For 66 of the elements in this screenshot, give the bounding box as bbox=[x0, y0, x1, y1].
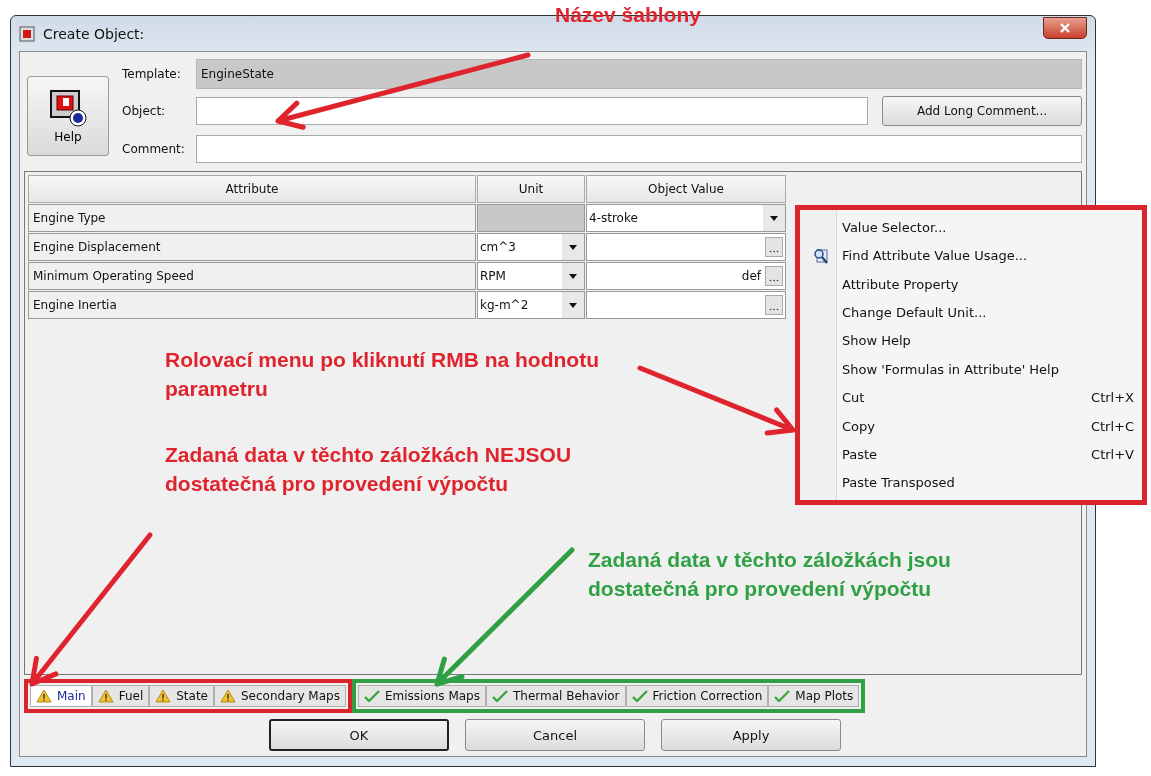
check-icon bbox=[774, 690, 791, 702]
object-field[interactable] bbox=[196, 97, 868, 125]
warning-icon bbox=[220, 689, 236, 703]
dropdown-arrow-icon bbox=[569, 273, 577, 279]
browse-icon[interactable] bbox=[765, 295, 783, 315]
object-label: Object: bbox=[121, 104, 167, 118]
engine-help-icon bbox=[48, 88, 88, 128]
annotation-text: Rolovací menu po kliknutí RMB na hodnotu parametru bbox=[165, 347, 600, 402]
attribute-cell: Engine Inertia bbox=[28, 291, 476, 319]
attribute-cell: Minimum Operating Speed bbox=[28, 262, 476, 290]
menu-item[interactable]: Copy Ctrl+C bbox=[800, 411, 1142, 441]
tab[interactable]: Main bbox=[30, 685, 92, 707]
unit-dropdown[interactable]: kg-m^2 bbox=[477, 291, 585, 319]
tab[interactable]: Map Plots bbox=[768, 685, 860, 707]
template-field: EngineState bbox=[196, 59, 1082, 89]
tab[interactable]: Emissions Maps bbox=[357, 685, 486, 707]
tab[interactable]: Friction Correction bbox=[625, 685, 769, 707]
tab[interactable]: Thermal Behavior bbox=[486, 685, 626, 707]
tab[interactable]: State bbox=[149, 685, 214, 707]
warning-icon bbox=[155, 689, 172, 703]
dialog-button[interactable]: Cancel bbox=[465, 719, 645, 751]
menu-item[interactable]: Attribute Property bbox=[800, 269, 1142, 299]
app-icon bbox=[19, 25, 35, 42]
comment-field[interactable] bbox=[196, 135, 1082, 163]
menu-item[interactable]: Value Selector... bbox=[800, 213, 1142, 242]
menu-item[interactable]: Find Attribute Value Usage... bbox=[800, 241, 1142, 270]
column-header: Object Value bbox=[586, 175, 786, 203]
menu-item[interactable]: Show 'Formulas in Attribute' Help bbox=[800, 355, 1142, 384]
menu-item[interactable]: Paste Transposed bbox=[800, 468, 1142, 498]
value-dropdown[interactable]: 4-stroke bbox=[586, 204, 786, 232]
dialog-button[interactable]: Apply bbox=[661, 719, 841, 751]
warning-icon bbox=[36, 689, 52, 703]
unit-dropdown[interactable]: cm^3 bbox=[477, 233, 585, 261]
dropdown-arrow-icon bbox=[770, 215, 778, 221]
column-header: Unit bbox=[477, 175, 585, 203]
tab[interactable]: Fuel bbox=[91, 685, 150, 707]
attribute-cell: Engine Type bbox=[28, 204, 476, 232]
annotation-text: Zadaná data v těchto záložkách jsou dostatečná pro provedení výpočtu bbox=[588, 547, 952, 602]
close-icon bbox=[1059, 22, 1071, 33]
tab[interactable]: Secondary Maps bbox=[214, 685, 346, 707]
menu-item[interactable]: Change Default Unit... bbox=[800, 298, 1142, 327]
column-header: Attribute bbox=[28, 175, 476, 203]
value-field[interactable] bbox=[586, 291, 786, 319]
menu-item[interactable]: Show Help bbox=[800, 326, 1142, 356]
value-field[interactable]: def bbox=[586, 262, 786, 290]
annotation-text: Zadaná data v těchto záložkách NEJSOU dostatečná pro provedení výpočtu bbox=[165, 442, 573, 497]
add-comment-button[interactable]: Add Long Comment... bbox=[882, 96, 1082, 126]
dropdown-arrow-icon bbox=[569, 302, 577, 308]
menu-item[interactable]: Cut Ctrl+X bbox=[800, 383, 1142, 412]
template-label: Template: bbox=[121, 67, 182, 81]
help-button[interactable]: Help bbox=[27, 76, 109, 156]
value-field[interactable] bbox=[586, 233, 786, 261]
browse-icon[interactable] bbox=[765, 266, 783, 286]
browse-icon[interactable] bbox=[765, 237, 783, 257]
warning-icon bbox=[97, 689, 114, 703]
close-button[interactable] bbox=[1043, 16, 1087, 39]
unit-dropdown[interactable]: RPM bbox=[477, 262, 585, 290]
dialog-button[interactable]: OK bbox=[269, 719, 449, 751]
dropdown-arrow-icon bbox=[569, 244, 577, 250]
check-icon bbox=[363, 690, 380, 702]
check-icon bbox=[631, 690, 648, 702]
menu-item[interactable]: Paste Ctrl+V bbox=[800, 440, 1142, 469]
comment-label: Comment: bbox=[121, 142, 186, 156]
attribute-cell: Engine Displacement bbox=[28, 233, 476, 261]
check-icon bbox=[492, 690, 508, 702]
window-title: Create Object: bbox=[43, 25, 145, 42]
